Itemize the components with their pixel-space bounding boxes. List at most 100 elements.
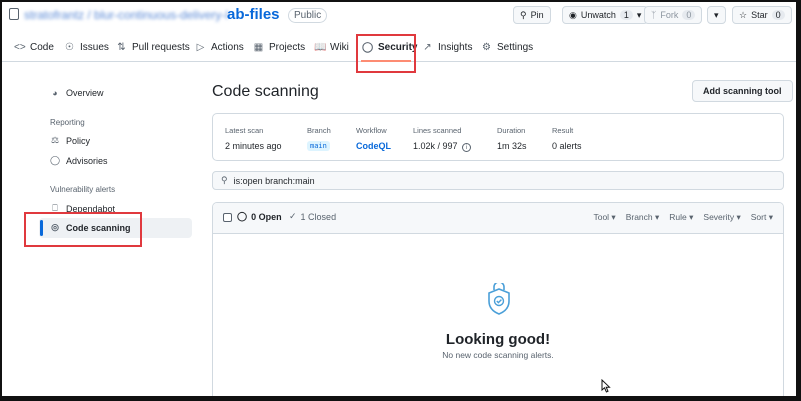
filter-rule-dropdown[interactable]: Rule ▾ [669, 212, 693, 223]
sidebar-item-label: Overview [66, 88, 104, 98]
tab-issues[interactable]: ☉ Issues [64, 42, 109, 53]
star-icon: ☆ [739, 9, 748, 20]
result-column: Result 0 alerts [552, 126, 582, 151]
lines-scanned-label: Lines scanned [413, 126, 462, 135]
filter-tool-dropdown[interactable]: Tool ▾ [593, 212, 615, 223]
result-value: 0 alerts [552, 141, 582, 151]
mouse-cursor-icon [601, 379, 611, 393]
alert-filter-menus: Tool ▾ Branch ▾ Rule ▾ Severity ▾ Sort ▾ [593, 212, 773, 223]
alerts-search-input[interactable]: ⚲ is:open branch:main [212, 171, 784, 190]
shield-check-icon [488, 283, 510, 315]
select-all-checkbox[interactable] [223, 213, 232, 222]
chevron-down-icon[interactable]: ▾ [637, 10, 642, 21]
duration-value: 1m 32s [497, 141, 527, 151]
filter-label: Sort [750, 212, 767, 222]
alerts-results-header: ◯ 0 Open ✓ 1 Closed Tool ▾ Branch ▾ Rule… [213, 203, 783, 234]
play-icon: ▷ [196, 42, 205, 53]
open-count-label: 0 Open [251, 211, 282, 222]
chevron-down-icon: ▾ [714, 9, 719, 20]
closed-count-label: 1 Closed [300, 211, 337, 222]
star-button[interactable]: ☆ Star 0 [732, 6, 792, 24]
issue-icon: ☉ [65, 42, 74, 53]
open-alerts-filter[interactable]: ◯ 0 Open [237, 211, 282, 222]
sidebar-heading-reporting: Reporting [50, 118, 85, 127]
tab-settings[interactable]: ⚙ Settings [481, 42, 533, 53]
watch-button[interactable]: ◉ Unwatch 1 ▾ [562, 6, 649, 24]
fork-button[interactable]: ᛉ Fork 0 [644, 6, 703, 24]
filter-severity-dropdown[interactable]: Severity ▾ [703, 212, 740, 223]
tab-insights[interactable]: ↗ Insights [422, 42, 472, 53]
workflow-label: Workflow [356, 126, 387, 135]
filter-label: Branch [625, 212, 653, 222]
filter-label: Tool [593, 212, 610, 222]
fork-count: 0 [682, 10, 696, 20]
filter-sort-dropdown[interactable]: Sort ▾ [751, 212, 773, 223]
star-label: Star [751, 10, 768, 20]
workflow-column: Workflow CodeQL [356, 126, 391, 151]
shield-icon: ◯ [237, 211, 248, 221]
security-tab-highlight [356, 34, 416, 73]
empty-state-title: Looking good! [445, 331, 551, 348]
gear-icon: ⚙ [482, 42, 491, 53]
tab-code[interactable]: <> Code [14, 42, 54, 53]
duration-column: Duration 1m 32s [497, 126, 527, 151]
alerts-results-panel: ◯ 0 Open ✓ 1 Closed Tool ▾ Branch ▾ Rule… [212, 202, 784, 396]
repo-owner-link[interactable]: stratofrantz / blur-continuous-delivery-… [24, 8, 228, 22]
workflow-link[interactable]: CodeQL [356, 141, 391, 151]
result-label: Result [552, 126, 574, 135]
code-scanning-highlight [24, 212, 142, 247]
tab-pull-requests[interactable]: ⇅ Pull requests [116, 42, 190, 53]
pin-label: Pin [530, 10, 544, 20]
repo-name-link[interactable]: ab-files [227, 6, 280, 23]
sidebar-item-label: Policy [66, 135, 91, 146]
fork-dropdown-button[interactable]: ▾ [707, 6, 726, 24]
lines-scanned-column: Lines scanned 1.02k / 997 i [413, 126, 472, 152]
tab-label: Wiki [330, 42, 349, 53]
closed-alerts-filter[interactable]: ✓ 1 Closed [289, 211, 336, 222]
overview-icon: ◕ [52, 88, 58, 98]
page-title: Code scanning [212, 83, 319, 100]
sidebar-item-policy[interactable]: ⚖ Policy [50, 135, 90, 146]
pin-button[interactable]: ⚲ Pin [513, 6, 551, 24]
latest-scan-column: Latest scan 2 minutes ago [225, 126, 282, 151]
add-scanning-tool-button[interactable]: Add scanning tool [692, 80, 793, 102]
filter-label: Rule [669, 212, 687, 222]
latest-scan-value: 2 minutes ago [225, 141, 282, 151]
duration-label: Duration [497, 126, 526, 135]
watch-count: 1 [619, 10, 633, 20]
latest-scan-label: Latest scan [225, 126, 264, 135]
fork-icon: ᛉ [651, 10, 657, 20]
graph-icon: ↗ [423, 42, 432, 53]
law-icon: ⚖ [50, 135, 60, 145]
browser-frame: stratofrantz / blur-continuous-delivery-… [0, 0, 801, 401]
latest-scan-summary: Latest scan 2 minutes ago Branch main Wo… [212, 113, 784, 161]
empty-state-subtitle: No new code scanning alerts. [442, 350, 554, 360]
tab-actions[interactable]: ▷ Actions [195, 42, 244, 53]
tab-label: Projects [269, 42, 306, 53]
branch-label: Branch [307, 126, 331, 135]
sidebar-item-advisories[interactable]: ◯ Advisories [50, 155, 108, 166]
sidebar-heading-vulnerability-alerts: Vulnerability alerts [50, 185, 116, 194]
sidebar-item-overview[interactable]: ◕ Overview [50, 88, 104, 98]
eye-icon: ◉ [569, 9, 577, 20]
filter-branch-dropdown[interactable]: Branch ▾ [626, 212, 660, 223]
tab-label: Pull requests [132, 42, 190, 53]
tab-label: Issues [80, 42, 109, 53]
filter-label: Severity [703, 212, 735, 222]
pin-icon: ⚲ [520, 9, 527, 20]
book-icon: 📖 [314, 42, 327, 53]
pull-request-icon: ⇅ [117, 42, 126, 53]
tab-label: Code [30, 42, 54, 53]
info-icon[interactable]: i [462, 143, 472, 152]
branch-value[interactable]: main [307, 141, 330, 151]
star-count: 0 [771, 10, 785, 20]
check-icon: ✓ [289, 211, 297, 221]
tab-wiki[interactable]: 📖 Wiki [314, 42, 349, 53]
lines-scanned-value: 1.02k / 997 [413, 141, 458, 151]
tab-projects[interactable]: ▦ Projects [253, 42, 305, 53]
code-icon: <> [14, 42, 26, 53]
tab-label: Insights [438, 42, 473, 53]
watch-label: Unwatch [580, 10, 616, 20]
lines-scanned-value-row: 1.02k / 997 i [413, 141, 472, 152]
branch-column: Branch main [307, 126, 331, 153]
